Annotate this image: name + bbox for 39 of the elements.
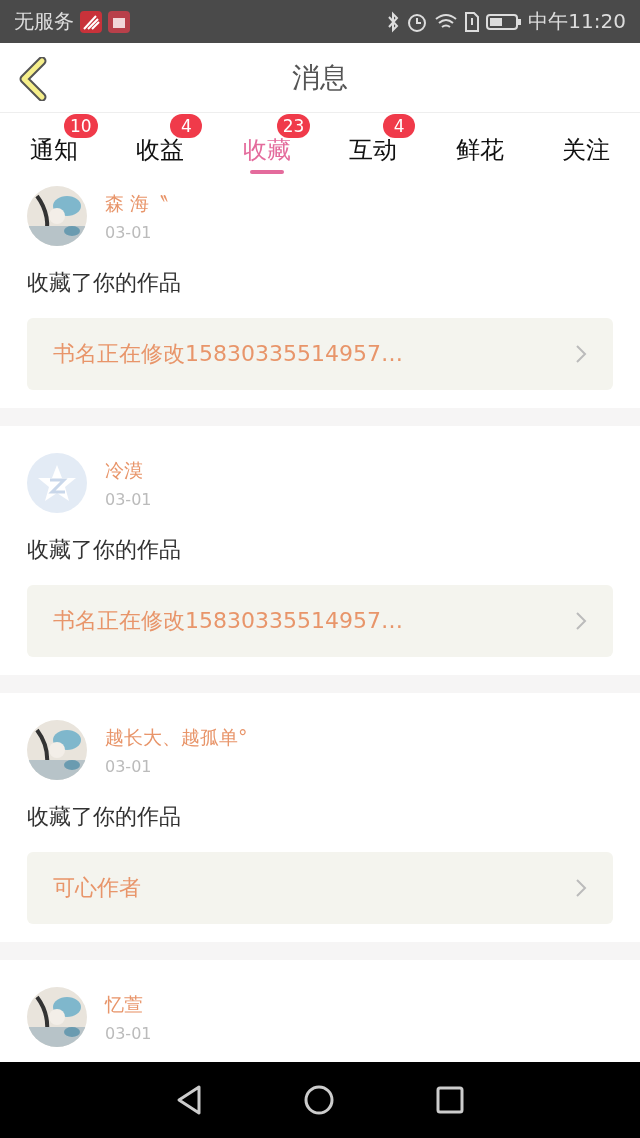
message-date: 03-01 [105, 756, 153, 776]
home-nav-icon[interactable] [303, 1084, 335, 1116]
count-badge: 23 [276, 114, 311, 138]
avatar-icon [27, 453, 87, 513]
chevron-icon [575, 878, 587, 898]
user-name[interactable]: 森 海〝 [105, 190, 169, 217]
count-badge: 4 [383, 114, 416, 138]
tab[interactable]: 收藏 23 [216, 113, 317, 181]
back-nav-icon[interactable] [175, 1084, 203, 1116]
tab[interactable]: 关注 [535, 113, 636, 181]
battery-icon [486, 11, 523, 32]
message-date: 03-01 [105, 222, 153, 242]
user-name[interactable]: 越长大、越孤单° [105, 724, 248, 751]
sim-icon [464, 10, 481, 33]
tab[interactable]: 收益 4 [110, 113, 211, 181]
chevron-icon [575, 344, 587, 364]
book-link[interactable]: 书名正在修改15830335514957… [27, 318, 613, 390]
message-date: 03-01 [105, 489, 152, 509]
message-text: 收藏了你的作品 [27, 803, 182, 831]
shop-icon [108, 10, 130, 33]
clock-text: 中午11:20 [528, 8, 626, 35]
page-title: 消息 [292, 59, 348, 96]
user-name[interactable]: 忆萱 [105, 991, 152, 1018]
book-link[interactable]: 可心作者 [27, 852, 613, 924]
carrier-text: 无服务 [14, 8, 74, 35]
bluetooth-icon [386, 10, 401, 33]
message-text: 收藏了你的作品 [27, 536, 182, 564]
tab[interactable]: 鲜花 [429, 113, 530, 181]
tab[interactable]: 互动 4 [323, 113, 424, 181]
message-text: 收藏了你的作品 [27, 269, 182, 297]
user-name[interactable]: 冷漠 [105, 457, 152, 484]
app-icon [80, 10, 102, 33]
book-link[interactable]: 书名正在修改15830335514957… [27, 585, 613, 657]
chevron-icon [575, 611, 587, 631]
count-badge: 4 [170, 114, 203, 138]
tab[interactable]: 通知 10 [4, 113, 104, 181]
message-date: 03-01 [105, 1023, 152, 1043]
recents-nav-icon[interactable] [435, 1085, 465, 1115]
count-badge: 10 [64, 114, 98, 138]
